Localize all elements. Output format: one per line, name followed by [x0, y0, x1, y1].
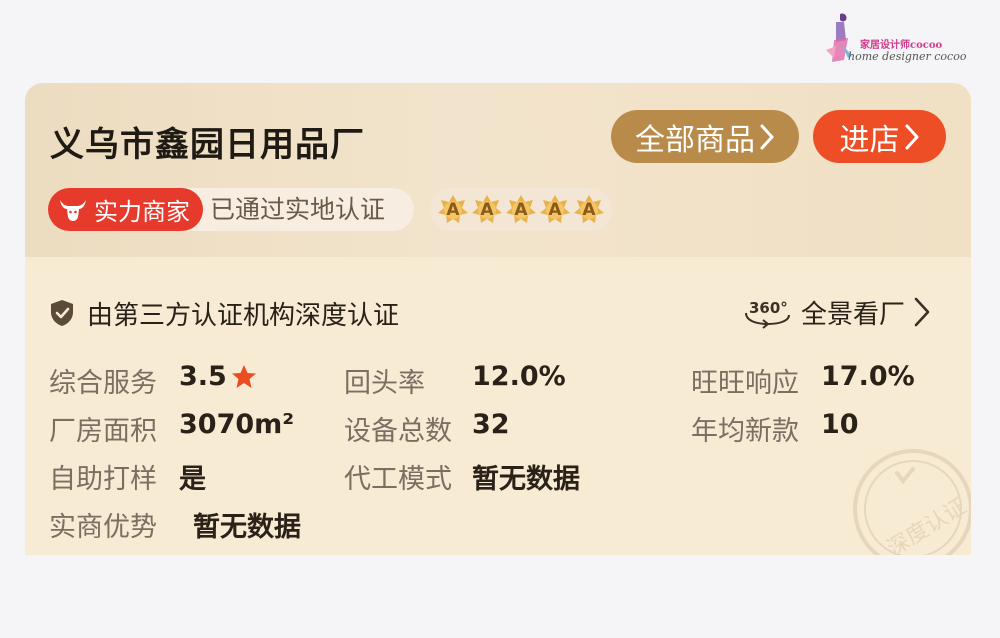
- rating-letter: A: [480, 199, 494, 220]
- panorama-label: 全景看厂: [801, 299, 906, 330]
- oem-label: 代工模式: [344, 464, 452, 495]
- advantage-label: 实商优势: [49, 512, 157, 543]
- area-value: 3070m²: [179, 409, 295, 440]
- shop-name[interactable]: 义乌市鑫园日用品厂: [50, 117, 365, 166]
- advantage-value: 暂无数据: [193, 512, 301, 543]
- return-rate-value: 12.0%: [472, 361, 566, 392]
- return-rate-label: 回头率: [344, 368, 425, 399]
- oem-value: 暂无数据: [472, 464, 580, 495]
- shield-check-icon: [51, 300, 73, 326]
- watermark-chinese-text: 家居设计师cocoo: [860, 40, 943, 51]
- bull-icon: [60, 199, 86, 221]
- power-merchant-label: 实力商家: [94, 198, 190, 226]
- chevron-right-icon: [914, 297, 930, 327]
- rating-badge-icon: A: [505, 194, 537, 226]
- rating-badge-icon: A: [471, 194, 503, 226]
- sampling-value: 是: [179, 464, 206, 495]
- rating-letter: A: [548, 199, 562, 220]
- 360-view-icon: 360°: [745, 299, 790, 329]
- chevron-right-icon: [905, 124, 918, 149]
- rating-letter: A: [582, 199, 596, 220]
- watermark-english-text: home designer cocoo: [848, 50, 967, 63]
- equipment-label: 设备总数: [344, 416, 452, 447]
- rating-badge-icon: A: [573, 194, 605, 226]
- all-products-button[interactable]: 全部商品: [611, 110, 799, 163]
- rating-letter: A: [514, 199, 528, 220]
- certification-row: 由第三方认证机构深度认证: [49, 293, 399, 333]
- new-styles-label: 年均新款: [691, 416, 799, 447]
- panorama-badge-text: 360°: [749, 299, 788, 317]
- factory-card: 义乌市鑫园日用品厂 全部商品 进店 实力商家 已通过实地认证 A A A A A…: [25, 83, 971, 555]
- card-header: 义乌市鑫园日用品厂 全部商品 进店 实力商家 已通过实地认证 A A A A A: [25, 83, 971, 257]
- certification-text: 由第三方认证机构深度认证: [87, 300, 400, 331]
- certification-stamp: 深度认证: [853, 449, 971, 555]
- area-label: 厂房面积: [49, 416, 157, 447]
- rating-badge-icon: A: [437, 194, 469, 226]
- verification-text: 已通过实地认证: [210, 195, 386, 224]
- power-merchant-badge: 实力商家: [48, 188, 203, 231]
- service-label: 综合服务: [49, 368, 157, 399]
- wangwang-value: 17.0%: [821, 361, 915, 392]
- wangwang-label: 旺旺响应: [691, 368, 799, 399]
- rating-letter: A: [446, 199, 460, 220]
- equipment-value: 32: [472, 409, 510, 440]
- panorama-view-link[interactable]: 360° 全景看厂: [743, 291, 931, 333]
- star-icon: [232, 365, 256, 388]
- service-value: 3.5: [179, 361, 227, 392]
- rating-badges: A A A A A: [430, 188, 612, 231]
- enter-store-label: 进店: [839, 122, 900, 158]
- sampling-label: 自助打样: [49, 464, 157, 495]
- all-products-label: 全部商品: [635, 122, 755, 158]
- watermark: 家居设计师cocoo home designer cocoo: [822, 10, 982, 66]
- new-styles-value: 10: [821, 409, 859, 440]
- rating-badge-icon: A: [539, 194, 571, 226]
- enter-store-button[interactable]: 进店: [813, 110, 946, 163]
- chevron-right-icon: [760, 124, 774, 149]
